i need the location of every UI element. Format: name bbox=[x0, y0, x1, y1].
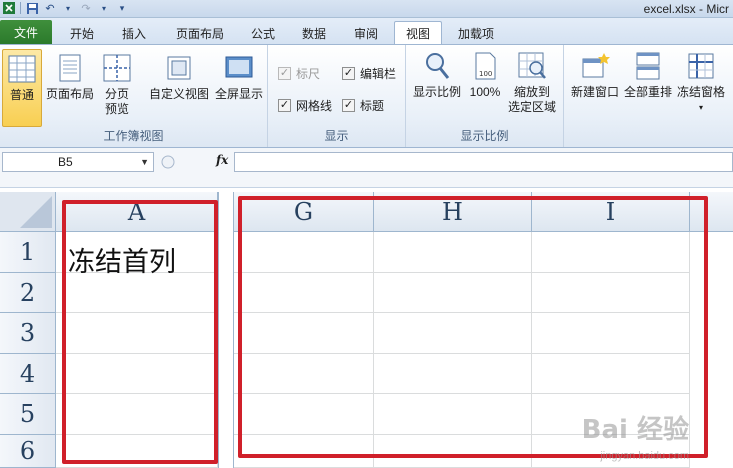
formula-bar: B5 ▼ fx bbox=[0, 148, 733, 188]
insert-function-icon[interactable]: fx bbox=[216, 153, 228, 167]
zoom-group-label: 显示比例 bbox=[460, 129, 509, 143]
zoom-100-button[interactable]: 100 100% bbox=[466, 51, 504, 100]
workbook-views-group-label: 工作簿视图 bbox=[103, 129, 164, 143]
spreadsheet-grid: A G H I 1 2 3 4 5 6 冻结首列 Bai 经验 jingyan.… bbox=[0, 192, 733, 468]
page-layout-view-label: 页面布局 bbox=[45, 87, 94, 101]
row-header-2[interactable]: 2 bbox=[0, 273, 56, 313]
page-layout-view-icon bbox=[59, 54, 81, 82]
freeze-dropdown-icon: ▾ bbox=[698, 103, 703, 112]
group-window: 新建窗口 全部重排 冻结窗格 ▾ bbox=[564, 45, 733, 147]
formula-controls: fx bbox=[158, 152, 234, 172]
row-header-6[interactable]: 6 bbox=[0, 435, 56, 468]
full-screen-icon bbox=[225, 56, 253, 78]
formula-input[interactable] bbox=[234, 152, 733, 172]
new-window-button[interactable]: 新建窗口 bbox=[568, 51, 622, 100]
page-break-preview-icon bbox=[103, 54, 131, 82]
tab-insert[interactable]: 插入 bbox=[110, 22, 158, 44]
formula-bar-checkbox[interactable]: ✓ 编辑栏 bbox=[342, 65, 396, 82]
zoom-selection-label-1: 缩放到 bbox=[513, 85, 550, 99]
headings-checkbox[interactable]: ✓ 标题 bbox=[342, 97, 384, 114]
redo-dropdown-icon[interactable]: ▾ bbox=[97, 1, 111, 15]
full-screen-label: 全屏显示 bbox=[214, 87, 263, 101]
gridlines-checkbox[interactable]: ✓ 网格线 bbox=[278, 97, 332, 114]
zoom-100-label: 100% bbox=[469, 85, 501, 99]
formula-bar-label: 编辑栏 bbox=[360, 67, 397, 81]
window-title: excel.xlsx - Micr bbox=[643, 2, 729, 16]
row-header-4[interactable]: 4 bbox=[0, 354, 56, 394]
custom-views-icon bbox=[167, 56, 191, 80]
gridlines-check-icon: ✓ bbox=[278, 99, 291, 112]
row-header-3[interactable]: 3 bbox=[0, 313, 56, 354]
name-box-dropdown-icon[interactable]: ▼ bbox=[140, 153, 149, 171]
custom-views-label: 自定义视图 bbox=[148, 87, 209, 101]
headings-label: 标题 bbox=[360, 99, 385, 113]
group-zoom: 显示比例 100 100% 缩放到 选定区域 显示比例 bbox=[406, 45, 564, 147]
qat-separator bbox=[20, 2, 21, 14]
ruler-check-icon: ✓ bbox=[278, 67, 291, 80]
svg-text:100: 100 bbox=[479, 70, 492, 78]
zoom-selection-label-2: 选定区域 bbox=[507, 100, 556, 114]
gridlines-label: 网格线 bbox=[296, 99, 333, 113]
tab-page-layout[interactable]: 页面布局 bbox=[162, 22, 238, 44]
group-show: ✓ 标尺 ✓ 编辑栏 ✓ 网格线 ✓ 标题 显示 bbox=[268, 45, 406, 147]
tab-addins[interactable]: 加载项 bbox=[448, 22, 504, 44]
page-break-label-1: 分页 bbox=[104, 87, 129, 101]
headings-check-icon: ✓ bbox=[342, 99, 355, 112]
tab-file[interactable]: 文件 bbox=[0, 20, 52, 44]
arrange-all-icon bbox=[636, 52, 660, 80]
normal-view-icon bbox=[8, 55, 36, 83]
arrange-all-label: 全部重排 bbox=[623, 85, 672, 99]
row-header-1[interactable]: 1 bbox=[0, 232, 56, 273]
tab-review[interactable]: 审阅 bbox=[342, 22, 390, 44]
normal-view-button[interactable]: 普通 bbox=[2, 49, 42, 127]
page-layout-view-button[interactable]: 页面布局 bbox=[44, 53, 96, 102]
title-bar: ↶ ▾ ↷ ▾ ▾ excel.xlsx - Micr bbox=[0, 0, 733, 18]
tab-formulas[interactable]: 公式 bbox=[242, 22, 284, 44]
name-box[interactable]: B5 ▼ bbox=[2, 152, 154, 172]
ruler-checkbox[interactable]: ✓ 标尺 bbox=[278, 65, 320, 82]
save-icon[interactable] bbox=[25, 1, 39, 15]
group-workbook-views: 普通 页面布局 分页 预览 自定义视图 全屏显示 工作簿视图 bbox=[0, 45, 268, 147]
watermark-url: jingyan.baidu.com bbox=[600, 450, 689, 462]
formula-bar-grip-icon bbox=[161, 155, 175, 169]
excel-logo-icon bbox=[2, 1, 16, 15]
magnifier-icon bbox=[426, 53, 450, 79]
page-break-preview-button[interactable]: 分页 预览 bbox=[98, 53, 136, 117]
undo-dropdown-icon[interactable]: ▾ bbox=[61, 1, 75, 15]
ribbon-view: 普通 页面布局 分页 预览 自定义视图 全屏显示 工作簿视图 ✓ 标尺 ✓ 编辑… bbox=[0, 44, 733, 148]
redo-icon[interactable]: ↷ bbox=[79, 1, 93, 15]
select-all-corner[interactable] bbox=[0, 192, 56, 232]
new-window-label: 新建窗口 bbox=[570, 85, 619, 99]
tab-view[interactable]: 视图 bbox=[394, 21, 442, 45]
freeze-panes-icon bbox=[688, 53, 714, 79]
customize-qat-icon[interactable]: ▾ bbox=[115, 1, 129, 15]
freeze-panes-button[interactable]: 冻结窗格 ▾ bbox=[674, 51, 728, 115]
zoom-button[interactable]: 显示比例 bbox=[410, 51, 464, 100]
arrange-all-button[interactable]: 全部重排 bbox=[620, 51, 676, 100]
new-window-icon bbox=[582, 53, 610, 78]
page-break-label-2: 预览 bbox=[104, 102, 129, 116]
name-box-value: B5 bbox=[58, 155, 73, 169]
zoom-selection-icon bbox=[518, 52, 546, 79]
freeze-pane-divider bbox=[218, 192, 234, 468]
tab-data[interactable]: 数据 bbox=[290, 22, 338, 44]
normal-view-label: 普通 bbox=[9, 88, 34, 102]
custom-views-button[interactable]: 自定义视图 bbox=[146, 53, 212, 102]
freeze-panes-label: 冻结窗格 bbox=[676, 85, 725, 99]
page-100-icon: 100 bbox=[475, 52, 496, 80]
undo-icon[interactable]: ↶ bbox=[43, 1, 57, 15]
ribbon-tabs: 文件 开始 插入 页面布局 公式 数据 审阅 视图 加载项 bbox=[0, 18, 733, 45]
highlight-frozen-column bbox=[62, 200, 218, 464]
tab-home[interactable]: 开始 bbox=[58, 22, 106, 44]
show-group-label: 显示 bbox=[324, 129, 349, 143]
ruler-label: 标尺 bbox=[296, 67, 321, 81]
row-header-5[interactable]: 5 bbox=[0, 394, 56, 435]
zoom-label: 显示比例 bbox=[412, 85, 461, 99]
quick-access-toolbar: ↶ ▾ ↷ ▾ ▾ bbox=[2, 1, 129, 15]
full-screen-button[interactable]: 全屏显示 bbox=[212, 53, 266, 102]
formula-bar-check-icon: ✓ bbox=[342, 67, 355, 80]
watermark-logo: Bai 经验 bbox=[581, 415, 689, 445]
zoom-selection-button[interactable]: 缩放到 选定区域 bbox=[504, 51, 560, 115]
